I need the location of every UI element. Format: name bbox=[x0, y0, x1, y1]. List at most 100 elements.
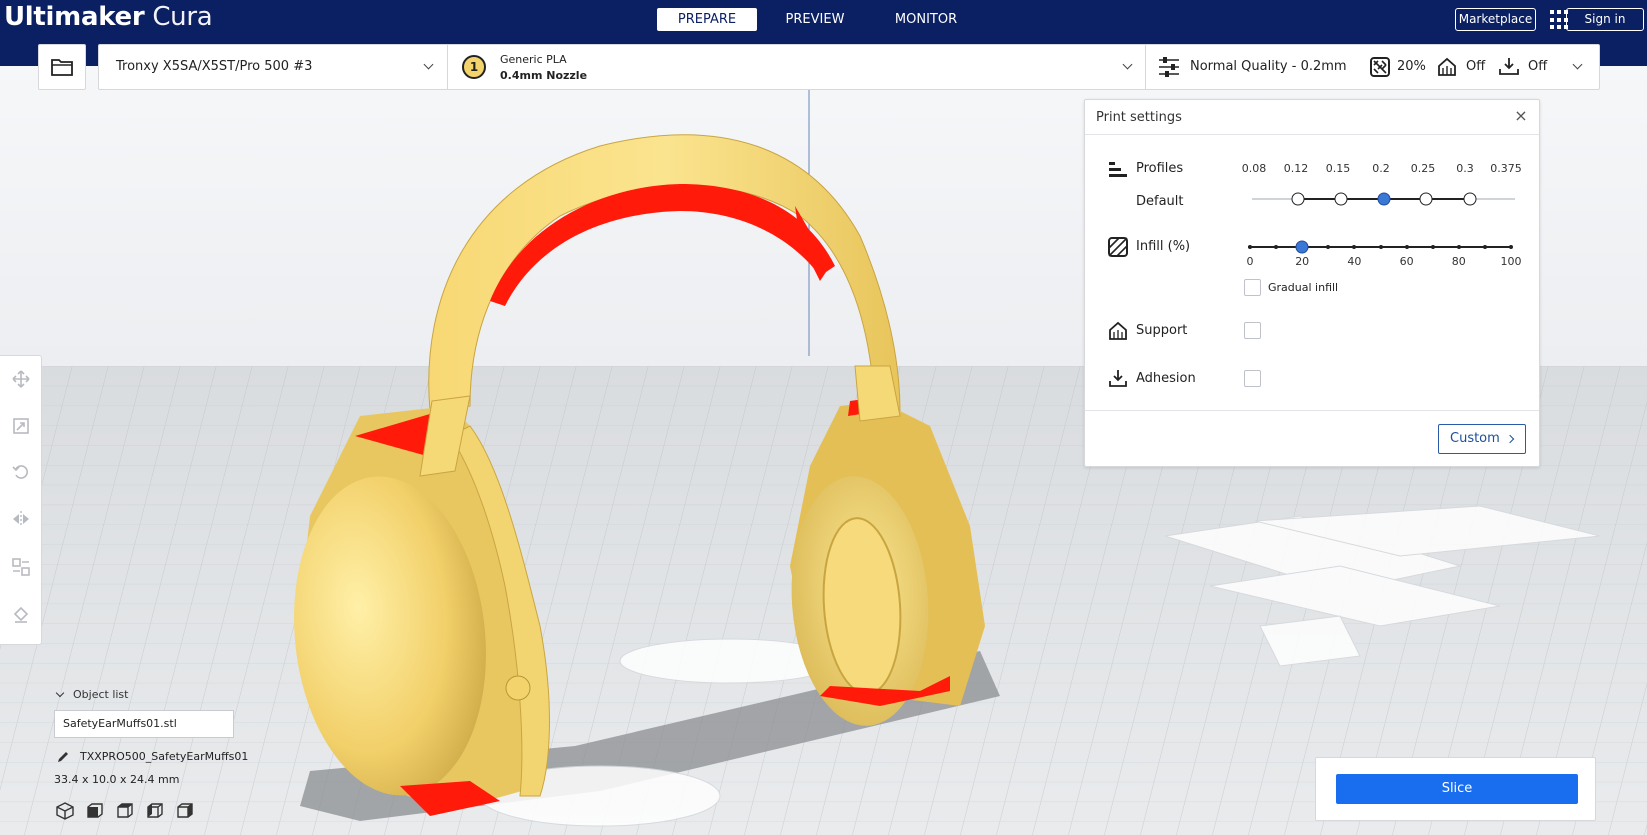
rotate-icon bbox=[12, 465, 28, 479]
profile-slider-handle[interactable] bbox=[1377, 192, 1391, 206]
object-list-toggle[interactable]: Object list bbox=[54, 688, 128, 701]
profile-tick-label: 0.08 bbox=[1241, 162, 1267, 175]
chevron-right-icon bbox=[1505, 434, 1515, 444]
slice-panel: Slice bbox=[1315, 757, 1596, 821]
infill-tick-label: 80 bbox=[1451, 255, 1466, 268]
infill-tick-label: 20 bbox=[1295, 255, 1310, 268]
object-list-label: Object list bbox=[73, 688, 129, 701]
support-icon bbox=[1109, 321, 1127, 340]
adhesion-checkbox[interactable] bbox=[1244, 370, 1261, 387]
profile-tick-label: 0.375 bbox=[1490, 162, 1522, 175]
tab-monitor[interactable]: MONITOR bbox=[883, 8, 969, 31]
view-3d-icon[interactable] bbox=[54, 800, 76, 822]
profile-tick-label: 0.12 bbox=[1283, 162, 1309, 175]
adhesion-icon bbox=[1499, 58, 1519, 75]
support-blocker-button[interactable] bbox=[6, 599, 36, 629]
infill-tick bbox=[1248, 245, 1252, 249]
quality-profile: Normal Quality - 0.2mm bbox=[1190, 59, 1347, 74]
infill-tick-label: 40 bbox=[1347, 255, 1362, 268]
view-top-icon[interactable] bbox=[114, 800, 136, 822]
profile-slider-stop[interactable] bbox=[1334, 192, 1348, 206]
sliders-icon bbox=[1159, 57, 1179, 77]
app-brand: Ultimaker bbox=[4, 2, 145, 32]
per-model-settings-button[interactable] bbox=[6, 552, 36, 582]
profile-tick-label: 0.2 bbox=[1372, 162, 1390, 175]
move-icon bbox=[12, 370, 30, 388]
tool-sidebar bbox=[0, 355, 42, 645]
scale-icon bbox=[13, 418, 29, 434]
header-toolbar: Tronxy X5SA/X5ST/Pro 500 #3 1 Generic PL… bbox=[98, 44, 1600, 90]
adhesion-icon bbox=[1109, 370, 1127, 387]
support-icon bbox=[1438, 57, 1456, 76]
infill-tick-label: 60 bbox=[1399, 255, 1414, 268]
profiles-icon bbox=[1109, 162, 1127, 177]
material-selector[interactable]: 1 Generic PLA 0.4mm Nozzle bbox=[448, 45, 1146, 89]
open-file-button[interactable] bbox=[38, 44, 86, 90]
infill-tick bbox=[1274, 245, 1279, 249]
support-checkbox[interactable] bbox=[1244, 322, 1261, 339]
folder-icon bbox=[51, 59, 73, 76]
slice-button[interactable]: Slice bbox=[1336, 774, 1578, 804]
printer-name: Tronxy X5SA/X5ST/Pro 500 #3 bbox=[116, 59, 313, 74]
per-model-settings-icon bbox=[12, 558, 30, 576]
infill-value: 20% bbox=[1397, 59, 1426, 74]
sign-in-button[interactable]: Sign in bbox=[1566, 8, 1644, 31]
infill-tick bbox=[1404, 245, 1409, 249]
close-icon[interactable]: × bbox=[1513, 108, 1529, 124]
adhesion-value: Off bbox=[1528, 59, 1548, 74]
nozzle-name: 0.4mm Nozzle bbox=[500, 69, 588, 82]
print-settings-title: Print settings bbox=[1096, 110, 1182, 125]
object-list: Object list SafetyEarMuffs01.stl TXXPRO5… bbox=[54, 688, 314, 828]
print-settings-selector[interactable]: Normal Quality - 0.2mm 20% Off Off bbox=[1146, 45, 1599, 89]
infill-slider-handle[interactable] bbox=[1295, 240, 1309, 254]
chevron-down-icon bbox=[1122, 59, 1133, 70]
tab-preview[interactable]: PREVIEW bbox=[773, 8, 857, 31]
view-front-icon[interactable] bbox=[84, 800, 106, 822]
adhesion-label: Adhesion bbox=[1136, 371, 1196, 386]
pencil-icon[interactable] bbox=[56, 750, 70, 764]
infill-tick bbox=[1378, 245, 1383, 249]
gradual-infill-checkbox[interactable] bbox=[1244, 279, 1261, 296]
printer-selector[interactable]: Tronxy X5SA/X5ST/Pro 500 #3 bbox=[99, 45, 448, 89]
profile-tick-label: 0.3 bbox=[1456, 162, 1474, 175]
infill-tick-label: 100 bbox=[1500, 255, 1522, 268]
extruder-badge: 1 bbox=[462, 55, 486, 79]
gradual-infill-label: Gradual infill bbox=[1268, 281, 1339, 294]
custom-button-label: Custom bbox=[1450, 431, 1500, 446]
profile-slider-stop[interactable] bbox=[1463, 192, 1477, 206]
profiles-default-label: Default bbox=[1136, 194, 1184, 209]
app-logo: Ultimaker Cura bbox=[4, 2, 213, 32]
panel-divider bbox=[1085, 410, 1539, 411]
support-blocker-icon bbox=[13, 606, 29, 623]
infill-tick bbox=[1430, 245, 1435, 249]
profile-tick-label: 0.15 bbox=[1325, 162, 1351, 175]
view-left-icon[interactable] bbox=[144, 800, 166, 822]
profile-slider-stop[interactable] bbox=[1291, 192, 1305, 206]
job-name[interactable]: TXXPRO500_SafetyEarMuffs01 bbox=[80, 750, 248, 763]
material-name: Generic PLA bbox=[500, 53, 567, 66]
infill-tick bbox=[1509, 245, 1513, 249]
infill-icon bbox=[1370, 57, 1390, 77]
infill-tick bbox=[1482, 245, 1487, 249]
infill-tick bbox=[1352, 245, 1357, 249]
object-list-item[interactable]: SafetyEarMuffs01.stl bbox=[54, 710, 234, 738]
scale-tool-button[interactable] bbox=[6, 411, 36, 441]
mirror-tool-button[interactable] bbox=[6, 504, 36, 534]
mirror-icon bbox=[13, 511, 29, 527]
infill-tick-label: 0 bbox=[1246, 255, 1254, 268]
rotate-tool-button[interactable] bbox=[6, 457, 36, 487]
tab-prepare[interactable]: PREPARE bbox=[657, 8, 757, 31]
app-product: Cura bbox=[152, 2, 213, 32]
infill-tick bbox=[1456, 245, 1461, 249]
view-right-icon[interactable] bbox=[174, 800, 196, 822]
print-settings-header: Print settings × bbox=[1085, 100, 1539, 135]
chevron-down-icon bbox=[1572, 59, 1583, 70]
custom-settings-button[interactable]: Custom bbox=[1438, 424, 1526, 454]
profile-slider-stop[interactable] bbox=[1419, 192, 1433, 206]
infill-label: Infill (%) bbox=[1136, 239, 1191, 254]
infill-icon bbox=[1108, 237, 1128, 257]
move-tool-button[interactable] bbox=[6, 364, 36, 394]
profile-tick-label: 0.25 bbox=[1410, 162, 1436, 175]
marketplace-button[interactable]: Marketplace bbox=[1455, 8, 1536, 31]
infill-tick bbox=[1326, 245, 1331, 249]
